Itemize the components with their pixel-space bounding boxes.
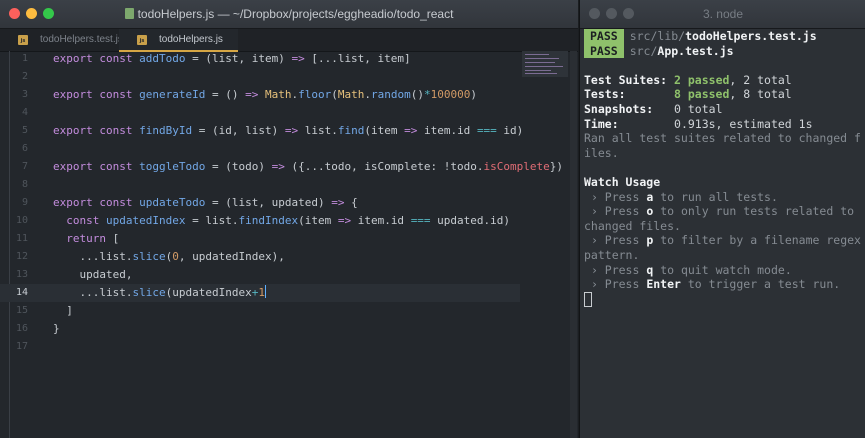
editor-window-title: todoHelpers.js — ~/Dropbox/projects/eggh… <box>0 0 578 28</box>
editor-titlebar: todoHelpers.js — ~/Dropbox/projects/eggh… <box>0 0 578 29</box>
line-number: 3 <box>21 89 28 100</box>
terminal-output[interactable]: PASS src/lib/todoHelpers.test.js PASS src/A… <box>580 29 865 307</box>
code-line: 13 updated, <box>0 266 520 284</box>
code-line: 6 <box>0 140 520 158</box>
code-line: 3 export const generateId = () => Math.fl… <box>0 86 520 104</box>
tab-label: todoHelpers.test.js <box>40 34 123 45</box>
line-content: export const addTodo = (list, item) => [… <box>53 52 411 65</box>
line-number: 1 <box>21 53 28 64</box>
terminal-cursor <box>584 291 592 307</box>
code-line: 1 export const addTodo = (list, item) => … <box>0 50 520 68</box>
pass-badge: PASS <box>584 29 624 44</box>
line-content: } <box>53 322 60 335</box>
line-number: 6 <box>21 143 28 154</box>
line-number: 10 <box>15 215 28 226</box>
line-content: updated, <box>79 268 133 281</box>
code-line: 16} <box>0 320 520 338</box>
line-content: export const findById = (id, list) => li… <box>53 124 524 137</box>
terminal-window: 3. node PASS src/lib/todoHelpers.test.js P… <box>579 0 865 438</box>
summary-tests: Tests: 8 passed, 8 total <box>584 87 792 102</box>
watch-item: › Press Enter to trigger a test run. <box>584 277 841 292</box>
line-number: 7 <box>21 161 28 172</box>
line-content: return [ <box>66 232 120 245</box>
minimap-row <box>525 70 551 71</box>
line-number: 12 <box>15 251 28 262</box>
code-line: 12 ...list.slice(0, updatedIndex), <box>0 248 520 266</box>
minimap-row <box>525 62 555 63</box>
line-number: 17 <box>15 341 28 352</box>
watch-item: › Press o to only run tests related to c… <box>584 204 861 233</box>
line-content: export const generateId = () => Math.flo… <box>53 88 477 101</box>
text-cursor <box>264 285 266 298</box>
code-line: 5 export const findById = (id, list) => l… <box>0 122 524 140</box>
line-content: ] <box>66 304 73 317</box>
test-result-row: PASS src/App.test.js <box>584 43 862 59</box>
line-number: 8 <box>21 179 28 190</box>
tab-label: todoHelpers.js <box>159 34 223 45</box>
file-icon <box>124 8 134 19</box>
js-file-icon: js <box>18 35 28 45</box>
pass-badge: PASS <box>584 43 624 59</box>
line-number: 16 <box>15 323 28 334</box>
summary-ran-all: Ran all test suites related to changed f… <box>584 131 861 160</box>
line-content: const updatedIndex = list.findIndex(item… <box>66 214 511 227</box>
editor-window: todoHelpers.js — ~/Dropbox/projects/eggh… <box>0 0 578 438</box>
editor-tab-bar: js todoHelpers.test.js js todoHelpers.js <box>0 29 578 52</box>
minimap-row <box>525 66 563 67</box>
line-number: 14 <box>15 287 28 298</box>
code-line: 11 return [ <box>0 230 520 248</box>
line-number: 5 <box>21 125 28 136</box>
line-number: 9 <box>21 197 28 208</box>
code-line: 4 <box>0 104 520 122</box>
summary-suites: Test Suites: 2 passed, 2 total <box>584 72 792 87</box>
watch-usage-heading: Watch Usage <box>584 174 661 189</box>
terminal-prompt[interactable] <box>584 291 862 308</box>
watch-item: › Press p to filter by a filename regex … <box>584 233 861 262</box>
terminal-titlebar: 3. node <box>580 0 865 29</box>
minimap-row <box>525 58 559 59</box>
watch-item: › Press q to quit watch mode. <box>584 262 792 277</box>
line-content: export const toggleTodo = (todo) => ({..… <box>53 160 564 173</box>
code-line: 9 export const updateTodo = (list, update… <box>0 194 520 212</box>
test-result-row: PASS src/lib/todoHelpers.test.js <box>584 29 862 44</box>
code-line: 7 export const toggleTodo = (todo) => ({.… <box>0 158 563 176</box>
line-number: 4 <box>21 107 28 118</box>
code-line: 2 <box>0 68 520 86</box>
js-file-icon: js <box>137 35 147 45</box>
line-content: ...list.slice(0, updatedIndex), <box>79 250 285 263</box>
code-line-current: 14 ...list.slice(updatedIndex+1 <box>0 284 520 302</box>
tab-todohelpers[interactable]: js todoHelpers.js <box>119 29 238 52</box>
line-content: ...list.slice(updatedIndex+1 <box>79 285 266 299</box>
code-line: 8 <box>0 176 520 194</box>
minimap-row <box>525 54 549 55</box>
minimap-row <box>525 73 557 74</box>
editor-scrollbar[interactable] <box>570 51 577 438</box>
line-number: 15 <box>15 305 28 316</box>
code-minimap[interactable] <box>522 51 568 77</box>
terminal-window-title: 3. node <box>702 7 744 21</box>
summary-time: Time: 0.913s, estimated 1s <box>584 116 813 131</box>
line-content: export const updateTodo = (list, updated… <box>53 196 358 209</box>
code-line: 17 <box>0 338 520 356</box>
summary-snapshots: Snapshots: 0 total <box>584 101 723 116</box>
code-editor[interactable]: 1 export const addTodo = (list, item) => … <box>0 50 563 356</box>
code-line: 15 ] <box>0 302 520 320</box>
code-line: 10 const updatedIndex = list.findIndex(i… <box>0 212 520 230</box>
watch-item: › Press a to run all tests. <box>584 189 778 204</box>
line-number: 11 <box>15 233 28 244</box>
tab-todohelpers-test[interactable]: js todoHelpers.test.js <box>0 29 123 51</box>
line-number: 2 <box>21 71 28 82</box>
line-number: 13 <box>15 269 28 280</box>
